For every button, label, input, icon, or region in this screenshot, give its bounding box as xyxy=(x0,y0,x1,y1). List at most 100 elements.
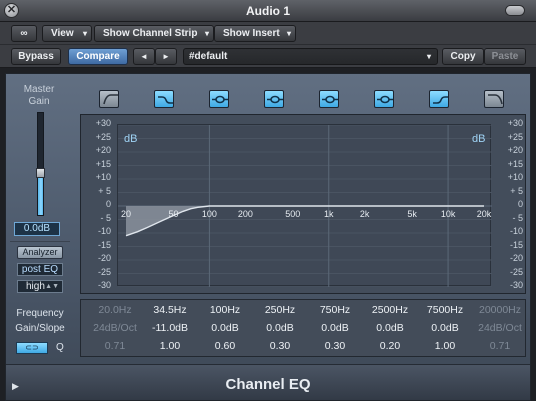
master-gain-label-line2: Gain xyxy=(28,96,50,107)
band-1-toggle[interactable] xyxy=(99,90,119,108)
title-bar: ✕ Audio 1 xyxy=(0,0,536,22)
band-5-frequency-value[interactable]: 750Hz xyxy=(307,304,363,316)
band-3-frequency-value[interactable]: 100Hz xyxy=(197,304,253,316)
previous-preset-button[interactable]: ◄ xyxy=(133,48,155,65)
db-tick-right: -25 xyxy=(509,266,523,277)
db-tick-right: 0 xyxy=(517,199,523,209)
eq-graph[interactable]: +30 +25 +20 +15 +10 + 5 0 - 5 -10 -15 -20 -25 -30 +3… xyxy=(80,114,526,294)
preset-name: #default xyxy=(189,51,228,62)
db-unit-label-left: dB xyxy=(124,133,137,145)
q-couple-button[interactable]: ⊂⊃ xyxy=(16,342,48,354)
show-insert-menu[interactable]: Show Insert ▾ xyxy=(214,25,296,42)
arrow-right-icon: ► xyxy=(162,52,170,61)
band-5-q-value[interactable]: 0.30 xyxy=(307,340,363,352)
band-3-toggle[interactable] xyxy=(209,90,229,108)
db-tick-left: - 5 xyxy=(100,212,111,223)
band-4-q-value[interactable]: 0.30 xyxy=(252,340,308,352)
show-channel-strip-label: Show Channel Strip xyxy=(103,28,198,39)
master-gain-fader[interactable] xyxy=(36,112,45,216)
db-tick-right: +25 xyxy=(507,131,523,142)
link-button[interactable]: ∞ xyxy=(11,25,37,42)
eq-graph-display[interactable]: dB dB 20 50 100 200 500 1k 2k 5k 10k 20k xyxy=(117,124,492,288)
frequency-tick-label: 100 xyxy=(202,209,217,219)
frequency-row: 20.0Hz 34.5Hz 100Hz 250Hz 750Hz 2500Hz 7500Hz 2… xyxy=(81,304,527,318)
high-cut-icon xyxy=(488,94,503,105)
band-8-frequency-value[interactable]: 20000Hz xyxy=(472,304,528,316)
band-5-toggle[interactable] xyxy=(319,90,339,108)
window-title: Audio 1 xyxy=(246,4,290,18)
paste-button[interactable]: Paste xyxy=(484,48,526,65)
band-2-q-value[interactable]: 1.00 xyxy=(142,340,198,352)
band-6-gain-value[interactable]: 0.0dB xyxy=(362,322,418,334)
db-tick-left: +10 xyxy=(95,172,111,182)
band-1-frequency-value[interactable]: 20.0Hz xyxy=(87,304,143,316)
db-tick-right: -15 xyxy=(509,239,523,250)
band-7-toggle[interactable] xyxy=(429,90,449,108)
band-8-gain-value[interactable]: 24dB/Oct xyxy=(472,322,528,334)
band-1-q-value[interactable]: 0.71 xyxy=(87,340,143,352)
frequency-tick-label: 200 xyxy=(238,209,253,219)
band-4-frequency-value[interactable]: 250Hz xyxy=(252,304,308,316)
view-menu[interactable]: View ▾ xyxy=(42,25,92,42)
analyzer-button[interactable]: Analyzer xyxy=(17,246,63,259)
next-preset-button[interactable]: ► xyxy=(155,48,177,65)
chevron-down-icon: ▾ xyxy=(286,29,291,38)
db-tick-left: 0 xyxy=(105,199,111,209)
chevron-down-icon: ▾ xyxy=(426,52,431,61)
preset-menu[interactable]: #default ▾ xyxy=(183,48,438,65)
bell-icon xyxy=(267,95,283,104)
db-tick-left: + 5 xyxy=(98,185,111,196)
divider xyxy=(10,241,70,242)
band-parameter-table: 20.0Hz 34.5Hz 100Hz 250Hz 750Hz 2500Hz 7500Hz 2… xyxy=(80,299,526,357)
db-tick-right: +10 xyxy=(507,172,523,182)
db-tick-right: +20 xyxy=(507,145,523,155)
db-tick-left: +30 xyxy=(95,118,111,128)
bell-icon xyxy=(322,95,338,104)
band-7-frequency-value[interactable]: 7500Hz xyxy=(417,304,473,316)
q-row: 0.71 1.00 0.60 0.30 0.30 0.20 1.00 0.71 xyxy=(81,340,527,354)
analyzer-mode-select[interactable]: post EQ xyxy=(17,263,63,276)
band-6-toggle[interactable] xyxy=(374,90,394,108)
analyzer-resolution-value: high xyxy=(26,281,45,292)
band-2-toggle[interactable] xyxy=(154,90,174,108)
bypass-button[interactable]: Bypass xyxy=(11,48,61,65)
low-cut-icon xyxy=(103,94,118,105)
band-4-gain-value[interactable]: 0.0dB xyxy=(252,322,308,334)
analyzer-resolution-select[interactable]: high ▲▼ xyxy=(17,280,63,293)
high-shelf-icon xyxy=(433,96,448,104)
band-2-frequency-value[interactable]: 34.5Hz xyxy=(142,304,198,316)
compare-button[interactable]: Compare xyxy=(68,48,128,65)
plugin-header-row2: Bypass Compare ◄ ► #default ▾ Copy Paste xyxy=(0,45,536,68)
frequency-row-label: Frequency xyxy=(16,308,64,319)
frequency-tick-label: 50 xyxy=(168,209,178,219)
toolbar-toggle-button[interactable] xyxy=(505,5,525,16)
band-1-gain-value[interactable]: 24dB/Oct xyxy=(87,322,143,334)
band-5-gain-value[interactable]: 0.0dB xyxy=(307,322,363,334)
band-6-frequency-value[interactable]: 2500Hz xyxy=(362,304,418,316)
master-gain-label-line1: Master xyxy=(23,84,55,95)
chevron-down-icon: ▾ xyxy=(82,29,87,38)
frequency-tick-label: 20k xyxy=(477,209,492,219)
master-gain-value[interactable]: 0.0dB xyxy=(14,222,60,236)
frequency-tick-label: 1k xyxy=(324,209,334,219)
db-tick-left: +15 xyxy=(95,158,111,169)
q-row-label: Q xyxy=(56,342,64,353)
show-channel-strip-menu[interactable]: Show Channel Strip ▾ xyxy=(94,25,214,42)
copy-button[interactable]: Copy xyxy=(442,48,484,65)
band-8-toggle[interactable] xyxy=(484,90,504,108)
plugin-header-row1: ∞ View ▾ Show Channel Strip ▾ Show Inser… xyxy=(0,22,536,45)
band-3-q-value[interactable]: 0.60 xyxy=(197,340,253,352)
param-row-labels: Frequency Gain/Slope xyxy=(6,306,74,336)
band-6-q-value[interactable]: 0.20 xyxy=(362,340,418,352)
band-7-q-value[interactable]: 1.00 xyxy=(417,340,473,352)
band-7-gain-value[interactable]: 0.0dB xyxy=(417,322,473,334)
band-4-toggle[interactable] xyxy=(264,90,284,108)
band-3-gain-value[interactable]: 0.0dB xyxy=(197,322,253,334)
plugin-name: Channel EQ xyxy=(225,376,311,393)
db-tick-left: -30 xyxy=(97,280,111,290)
master-gain-fader-handle[interactable] xyxy=(36,168,45,178)
frequency-tick-label: 20 xyxy=(121,209,131,219)
band-2-gain-value[interactable]: -11.0dB xyxy=(142,322,198,334)
db-tick-right: +15 xyxy=(507,158,523,169)
band-8-q-value[interactable]: 0.71 xyxy=(472,340,528,352)
